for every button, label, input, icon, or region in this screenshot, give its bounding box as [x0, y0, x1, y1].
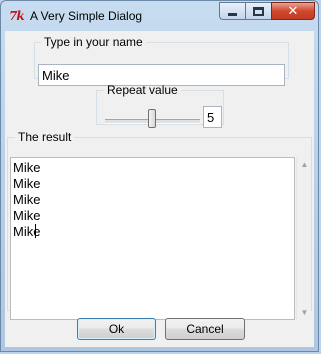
- close-icon: ✕: [287, 3, 299, 18]
- result-line-last: Mike: [13, 224, 292, 240]
- dialog-window: 7k A Very Simple Dialog ✕ Type in your n…: [0, 0, 319, 352]
- result-scrollbar[interactable]: ▲ ▼: [296, 157, 311, 320]
- title-bar[interactable]: 7k A Very Simple Dialog ✕: [1, 1, 320, 31]
- window-title: A Very Simple Dialog: [30, 9, 143, 23]
- minimize-icon: [228, 12, 237, 16]
- result-line: Mike: [13, 160, 41, 175]
- result-text-area[interactable]: Mike Mike Mike Mike Mike: [10, 157, 295, 320]
- dialog-body: Type in your name Repeat value 5 The res…: [5, 31, 314, 347]
- window-controls: ✕: [219, 2, 315, 21]
- result-group: The result Mike Mike Mike Mike Mike ▲ ▼: [7, 130, 312, 320]
- maximize-icon: [253, 6, 264, 16]
- repeat-group-label: Repeat value: [107, 83, 178, 97]
- result-line: Mike: [13, 208, 41, 223]
- scroll-down-arrow-icon[interactable]: ▼: [297, 305, 312, 320]
- repeat-group: Repeat value 5: [96, 83, 224, 128]
- name-group-label: Type in your name: [44, 35, 143, 49]
- close-button[interactable]: ✕: [271, 2, 315, 20]
- text-caret: [35, 224, 37, 238]
- name-group: Type in your name: [34, 35, 289, 86]
- result-line: Mike: [13, 176, 41, 191]
- result-line: Mike: [13, 192, 41, 207]
- result-group-label: The result: [18, 130, 72, 144]
- scroll-up-arrow-icon[interactable]: ▲: [297, 157, 312, 172]
- maximize-button[interactable]: [245, 2, 271, 20]
- cancel-button[interactable]: Cancel: [165, 318, 245, 340]
- repeat-value-display: 5: [203, 106, 222, 128]
- ok-button[interactable]: Ok: [77, 318, 156, 340]
- minimize-button[interactable]: [219, 2, 245, 20]
- repeat-slider-thumb[interactable]: [148, 109, 156, 128]
- tk-app-icon: 7k: [9, 9, 25, 23]
